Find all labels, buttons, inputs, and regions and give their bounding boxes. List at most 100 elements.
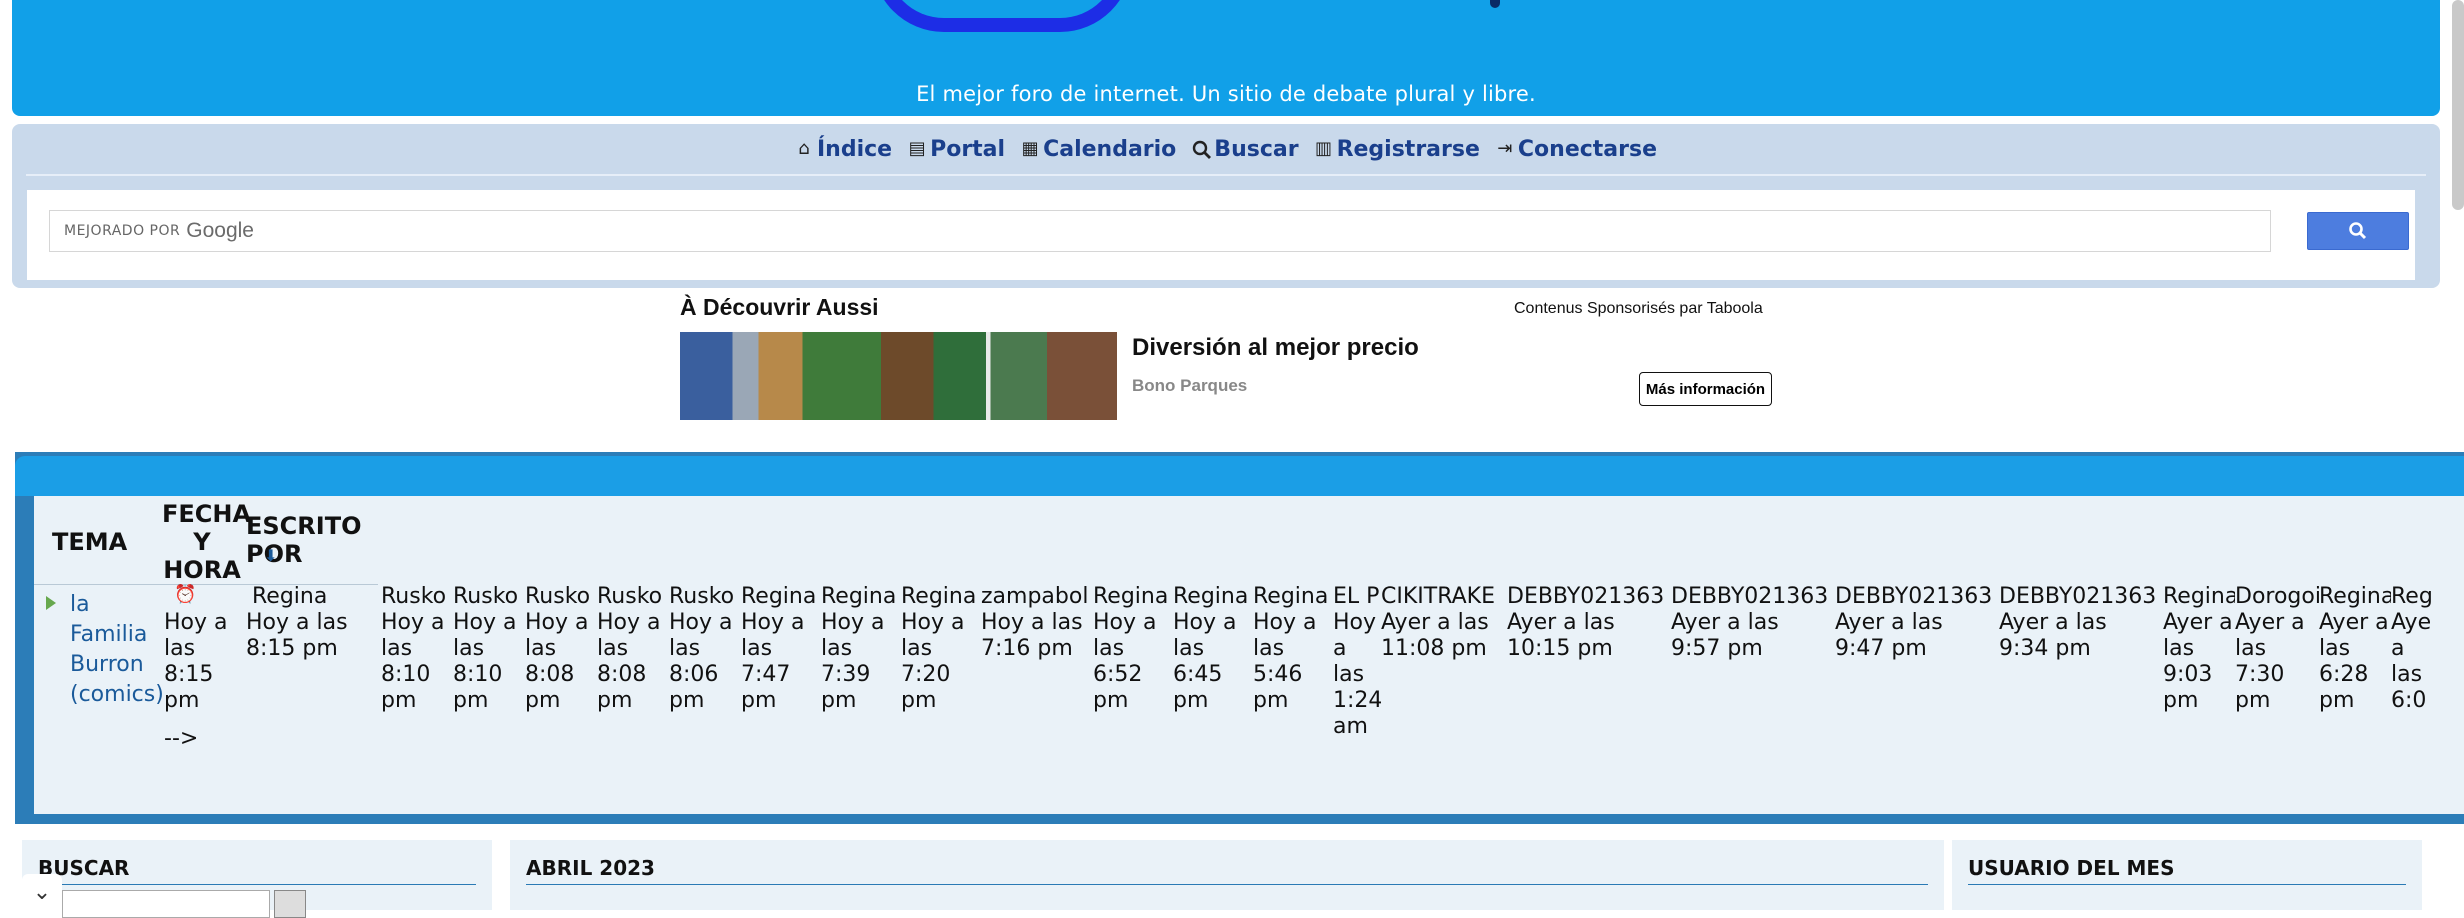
post-author[interactable]: CIKITRAKE — [1381, 584, 1507, 610]
header-fecha: FECHA Y HORA — [162, 500, 252, 584]
page-scrollbar[interactable] — [2452, 0, 2464, 210]
panel-divider — [1968, 884, 2406, 885]
topic-link[interactable]: la Familia Burron (comics) — [70, 590, 164, 710]
post-date: Hoy a las 7:39 pm — [821, 610, 885, 713]
post-date: Hoy a las 8:10 pm — [453, 610, 517, 713]
post-date: Hoy a las 8:15 pm — [246, 610, 348, 661]
post-column: Dorogoi Ayer a las 7:30 pm — [2235, 584, 2319, 714]
post-date: Ayer a las 9:57 pm — [1671, 610, 1779, 661]
chevron-down-icon[interactable]: ⌄ — [22, 874, 62, 910]
post-column: Regina Hoy a las 5:46 pm — [1253, 584, 1333, 714]
post-author[interactable]: zampabol — [981, 584, 1093, 610]
post-author[interactable]: DEBBY021363 — [1835, 584, 1999, 610]
post-date: Hoy a las 8:08 pm — [525, 610, 589, 713]
post-author[interactable]: Regina — [741, 584, 821, 610]
post-author[interactable]: Regina — [252, 584, 327, 610]
post-author[interactable]: Rusko — [381, 584, 453, 610]
post-column: Regina Hoy a las 7:39 pm — [821, 584, 901, 714]
post-column: Rusko Hoy a las 8:08 pm — [597, 584, 669, 714]
post-date: Hoy a las 5:46 pm — [1253, 610, 1317, 713]
post-date: Hoy a las 7:47 pm — [741, 610, 805, 713]
buscar-go-button[interactable] — [274, 890, 306, 918]
panel-divider — [38, 884, 476, 885]
clock-icon: ⏰ — [174, 584, 197, 605]
post-column: Rusko Hoy a las 8:06 pm — [669, 584, 741, 714]
home-icon: ⌂ — [798, 138, 810, 159]
post-column: Rusko Hoy a las 8:10 pm — [381, 584, 453, 714]
calendar-title: ABRIL 2023 — [526, 856, 655, 880]
calendar-icon: ▦ — [1021, 138, 1039, 159]
post-column: Reg Aye a las 6:0 — [2391, 584, 2439, 714]
post-author[interactable]: Rusko — [597, 584, 669, 610]
post-author[interactable]: Rusko — [453, 584, 525, 610]
post-author[interactable]: Regina — [901, 584, 981, 610]
taboola-ad-image[interactable] — [680, 332, 1117, 420]
nav-calendario[interactable]: ▦ Calendario — [1021, 137, 1177, 162]
post-column: DEBBY021363 Ayer a las 9:47 pm — [1835, 584, 1999, 662]
usuario-title: USUARIO DEL MES — [1968, 856, 2175, 880]
nav-registrarse-label: Registrarse — [1336, 136, 1480, 162]
post-column: Rusko Hoy a las 8:10 pm — [453, 584, 525, 714]
sort-down-icon[interactable]: ⬇ — [264, 546, 277, 565]
post-date: Hoy a las 8:08 pm — [597, 610, 661, 713]
post-column: EL PIROHoy a las 1:24 am — [1333, 584, 1381, 740]
header-tema: TEMA — [52, 528, 128, 556]
taboola-brand: Bono Parques — [1132, 376, 1248, 395]
post-author[interactable]: Dorogoi — [2235, 584, 2319, 610]
post-author[interactable]: DEBBY021363 — [1999, 584, 2163, 610]
nav-conectarse-label: Conectarse — [1517, 136, 1658, 162]
google-brand: Google — [186, 219, 254, 242]
post-date: Hoy a las 6:52 pm — [1093, 610, 1157, 713]
post-author[interactable]: Rusko — [525, 584, 597, 610]
post-author[interactable]: DEBBY021363 — [1507, 584, 1671, 610]
nav-conectarse[interactable]: ⇥ Conectarse — [1496, 137, 1657, 162]
post-date: Aye a las 6:0 — [2391, 610, 2432, 713]
post-column: DEBBY021363 Ayer a las 10:15 pm — [1507, 584, 1671, 662]
main-nav: ⌂ Índice ▤ Portal ▦ Calendario Buscar ▥ … — [12, 124, 2440, 174]
post-date: Hoy a las 8:06 pm — [669, 610, 733, 713]
login-icon: ⇥ — [1497, 138, 1513, 159]
powered-by-label: MEJORADO POR — [64, 223, 181, 239]
nav-portal[interactable]: ▤ Portal — [908, 136, 1006, 162]
nav-buscar[interactable]: Buscar — [1192, 136, 1299, 162]
post-date: Ayer a las 9:34 pm — [1999, 610, 2107, 661]
post-author[interactable]: DEBBY021363 — [1671, 584, 1835, 610]
site-logo[interactable] — [872, 0, 1132, 32]
post-column: DEBBY021363 Ayer a las 9:57 pm — [1671, 584, 1835, 662]
nav-indice[interactable]: ⌂ Índice — [795, 137, 892, 162]
taboola-cta-button[interactable]: Más información — [1639, 372, 1772, 406]
post-author[interactable]: Regina — [821, 584, 901, 610]
nav-portal-label: Portal — [930, 136, 1006, 162]
post-author[interactable]: Regina — [2319, 584, 2391, 610]
site-tagline: El mejor foro de internet. Un sitio de d… — [916, 82, 1536, 106]
post-column: DEBBY021363 Ayer a las 9:34 pm — [1999, 584, 2163, 662]
usuario-panel: USUARIO DEL MES — [1952, 840, 2422, 910]
post-author[interactable]: EL PIRO — [1333, 584, 1381, 610]
logo-fragment — [1490, 0, 1500, 8]
google-search-button[interactable] — [2307, 212, 2409, 250]
post-date: Ayer a las 9:03 pm — [2163, 610, 2233, 713]
nav-container: ⌂ Índice ▤ Portal ▦ Calendario Buscar ▥ … — [12, 124, 2440, 288]
post-date: Ayer a las 7:30 pm — [2235, 610, 2305, 713]
post-author[interactable]: Regina — [2163, 584, 2235, 610]
nav-buscar-label: Buscar — [1214, 136, 1299, 162]
post-author[interactable]: Regina — [1173, 584, 1253, 610]
post-date: Hoy a las 7:20 pm — [901, 610, 965, 713]
nav-indice-label: Índice — [816, 136, 893, 162]
post-author[interactable]: Regina — [1093, 584, 1173, 610]
post-column: Rusko Hoy a las 8:08 pm — [525, 584, 597, 714]
google-search-input[interactable]: MEJORADO POR Google — [49, 210, 2271, 252]
taboola-sponsor[interactable]: Contenus Sponsorisés par Taboola — [1514, 300, 1763, 318]
taboola-headline[interactable]: Diversión al mejor precio — [1132, 334, 1419, 362]
nav-separator — [26, 174, 2426, 176]
post-author[interactable]: Regina — [1253, 584, 1333, 610]
post-author[interactable]: Reg — [2391, 584, 2439, 610]
topics-header-bar — [15, 456, 2464, 496]
topic-arrow-icon — [46, 596, 56, 610]
buscar-input[interactable] — [62, 890, 270, 918]
register-icon: ▥ — [1315, 138, 1333, 159]
taboola-title: À Découvrir Aussi — [680, 294, 879, 320]
nav-registrarse[interactable]: ▥ Registrarse — [1315, 137, 1480, 162]
calendar-panel: ABRIL 2023 — [510, 840, 1944, 910]
post-author[interactable]: Rusko — [669, 584, 741, 610]
